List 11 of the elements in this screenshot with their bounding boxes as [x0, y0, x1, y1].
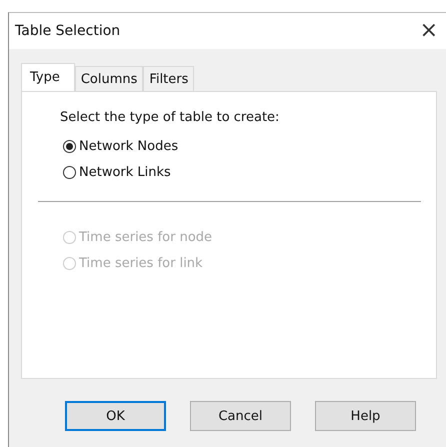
radio-option[interactable]: Network Links [63, 159, 171, 185]
close-button[interactable]: × [412, 20, 446, 42]
dialog-button[interactable]: OK [65, 401, 166, 431]
tab[interactable]: Filters [143, 66, 194, 91]
tab[interactable]: Type [21, 63, 75, 91]
radio-option[interactable]: Network Nodes [63, 133, 178, 159]
window-title: Table Selection [15, 23, 120, 39]
prompt-text: Select the type of table to create: [60, 110, 280, 125]
dialog-button[interactable]: Cancel [190, 401, 291, 431]
tab[interactable]: Columns [74, 66, 144, 91]
dialog-button[interactable]: Help [315, 401, 416, 431]
